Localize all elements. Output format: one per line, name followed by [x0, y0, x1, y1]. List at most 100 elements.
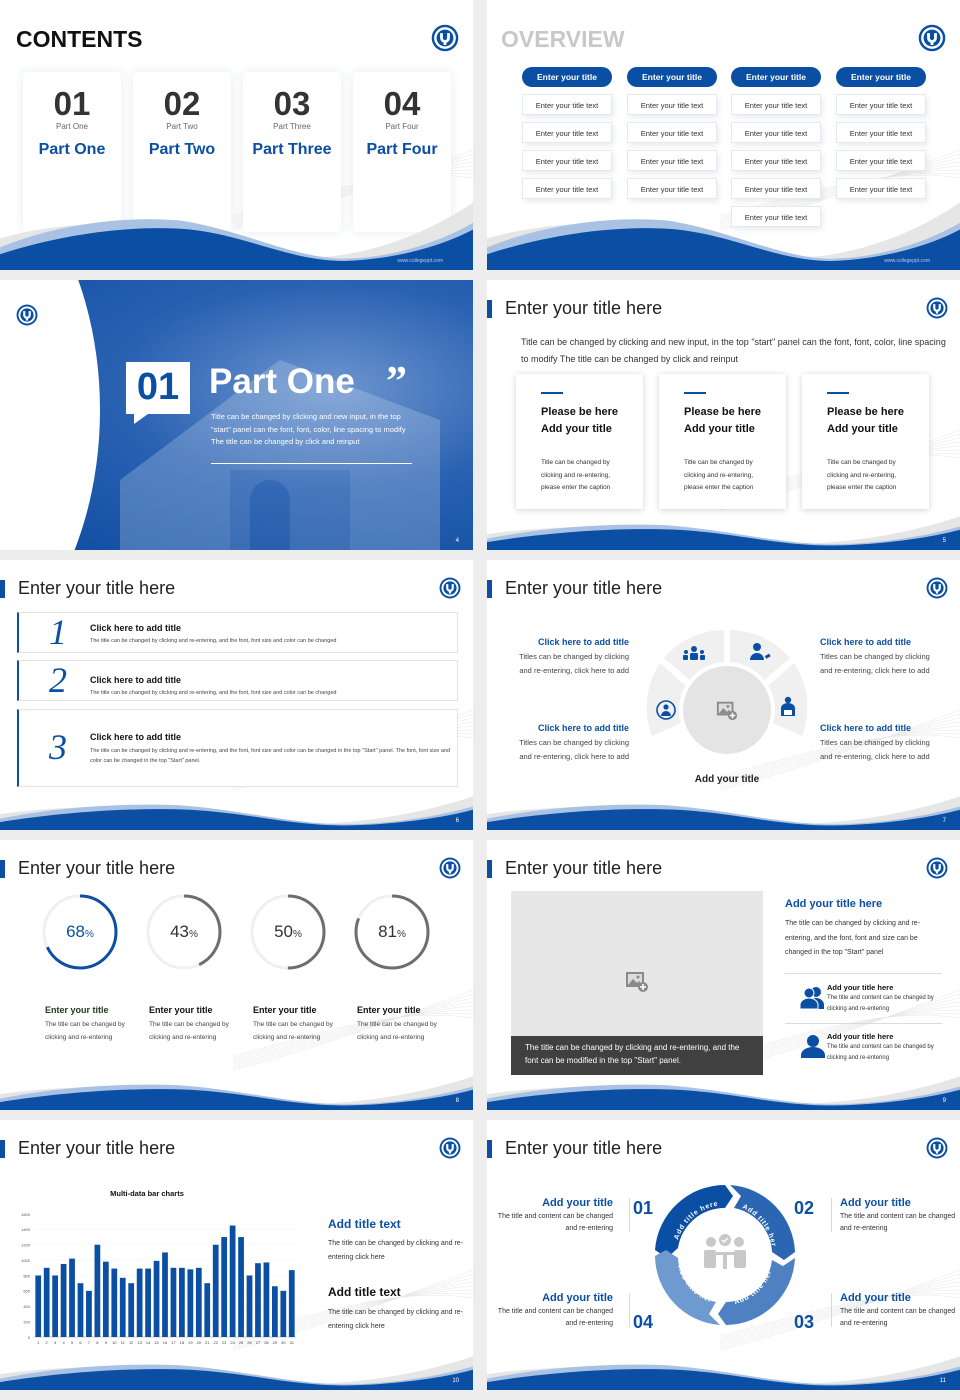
slide-part-one[interactable]: 01 Part One ” Title can be changed by cl…	[0, 280, 473, 550]
feature-item-2[interactable]: Add your title here The title and conten…	[827, 1032, 947, 1064]
card-name: Part Four	[366, 141, 438, 158]
overview-title: OVERVIEW	[501, 26, 625, 52]
card-subtitle: Part Three	[273, 122, 311, 131]
university-logo-icon	[431, 24, 459, 52]
card-text: Title can be changed by clicking and re-…	[827, 459, 897, 491]
overview-item[interactable]: Enter your title text	[731, 94, 821, 115]
footer-url: www.collegeppt.com	[397, 258, 443, 264]
info-card-3[interactable]: Please be here Add your title Title can b…	[802, 374, 929, 509]
card-name: Part Three	[252, 141, 332, 158]
cycle-block-4[interactable]: Add your title The title and content can…	[487, 1292, 613, 1329]
university-logo-icon	[926, 1137, 948, 1159]
divider	[211, 463, 412, 464]
feature-item-1[interactable]: Add your title here The title and conten…	[827, 983, 947, 1015]
progress-ring: 68%	[40, 892, 120, 972]
y-tick-label: 0	[28, 1335, 31, 1340]
block-text: Titles can be changed by clicking and re…	[519, 738, 629, 761]
overview-column-header[interactable]: Enter your title	[731, 67, 821, 87]
ring-caption[interactable]: Enter your title The title can be changed…	[149, 1005, 249, 1044]
overview-item[interactable]: Enter your title text	[522, 150, 612, 171]
title-accent-bar	[487, 300, 492, 318]
card-heading-2: Add your title	[684, 423, 755, 435]
section-number-badge: 01	[126, 362, 190, 424]
ring-caption[interactable]: Enter your title The title can be changed…	[45, 1005, 145, 1044]
ring-caption[interactable]: Enter your title The title can be changed…	[253, 1005, 353, 1044]
card-number: 01	[53, 85, 91, 122]
overview-item[interactable]: Enter your title text	[522, 94, 612, 115]
bar	[187, 1269, 194, 1337]
bar	[288, 1270, 295, 1337]
list-row-3[interactable]: 3 Click here to add title The title can …	[17, 709, 458, 787]
overview-column-header[interactable]: Enter your title	[627, 67, 717, 87]
slide-contents[interactable]: CONTENTS 01 Part One Part One 02 Part Tw…	[0, 0, 473, 270]
list-row-1[interactable]: 1 Click here to add title The title can …	[17, 612, 458, 653]
overview-column-header[interactable]: Enter your title	[522, 67, 612, 87]
row-heading: Click here to add title	[90, 732, 182, 742]
overview-item[interactable]: Enter your title text	[627, 122, 717, 143]
accent-dash	[684, 392, 706, 394]
slide-6[interactable]: Enter your title here 1 Click here to ad…	[0, 560, 473, 830]
bar	[136, 1268, 143, 1337]
cycle-block-2[interactable]: Add your title The title and content can…	[840, 1197, 960, 1234]
slide-overview[interactable]: OVERVIEW Enter your title Enter your titl…	[487, 0, 960, 270]
block-text: The title and content can be changed and…	[497, 1308, 613, 1327]
slide-title: Enter your title here	[505, 298, 663, 318]
list-row-2[interactable]: 2 Click here to add title The title can …	[17, 660, 458, 701]
row-number: 3	[49, 727, 67, 767]
y-tick-label: 800	[23, 1273, 30, 1278]
text-block-top-left[interactable]: Click here to add title Titles can be ch…	[509, 635, 629, 678]
slide-11[interactable]: Enter your title here Add your title The…	[487, 1120, 960, 1390]
divider	[831, 1198, 832, 1232]
divider	[785, 973, 942, 974]
card-name: Part Two	[148, 141, 216, 158]
overview-item[interactable]: Enter your title text	[836, 122, 926, 143]
slide-8[interactable]: Enter your title here 68% Enter your titl…	[0, 840, 473, 1110]
overview-item[interactable]: Enter your title text	[522, 122, 612, 143]
row-number: 1	[49, 612, 67, 652]
slide-5[interactable]: Enter your title here Title can be chang…	[487, 280, 960, 550]
side-heading-1: Add title text	[328, 1217, 401, 1231]
university-logo-icon	[926, 857, 948, 879]
block-heading: Click here to add title	[537, 723, 629, 733]
row-text: The title can be changed by clicking and…	[90, 638, 337, 644]
slide-10[interactable]: Enter your title here Multi-data bar cha…	[0, 1120, 473, 1390]
ring-caption-text: The title can be changed by clicking and…	[357, 1021, 437, 1041]
cycle-block-1[interactable]: Add your title The title and content can…	[487, 1197, 613, 1234]
bar	[119, 1277, 126, 1337]
side-text: The title can be changed by clicking and…	[785, 920, 921, 956]
section-description: Title can be changed by clicking and new…	[211, 412, 406, 446]
bar	[77, 1283, 84, 1337]
card-heading-1: Please be here	[541, 406, 619, 418]
text-block-top-right[interactable]: Click here to add title Titles can be ch…	[820, 635, 940, 678]
overview-item[interactable]: Enter your title text	[627, 94, 717, 115]
item-heading: Add your title here	[827, 1032, 894, 1041]
bar	[229, 1225, 236, 1337]
ring-caption-heading: Enter your title	[45, 1005, 109, 1015]
card-subtitle: Part Two	[166, 122, 198, 131]
overview-column-header[interactable]: Enter your title	[836, 67, 926, 87]
cycle-segment-1	[655, 1184, 733, 1258]
divider	[629, 1198, 630, 1232]
text-block-bottom-right[interactable]: Click here to add title Titles can be ch…	[820, 721, 940, 764]
card-subtitle: Part Four	[385, 122, 419, 131]
overview-item[interactable]: Enter your title text	[836, 94, 926, 115]
info-card-1[interactable]: Please be here Add your title Title can b…	[516, 374, 643, 509]
y-tick-label: 200	[23, 1319, 30, 1324]
slide-9[interactable]: Enter your title here The title can be c…	[487, 840, 960, 1110]
slide-7[interactable]: Enter your title here Click here to add …	[487, 560, 960, 830]
ring-percentage: 50%	[274, 922, 302, 941]
overview-item[interactable]: Enter your title text	[836, 150, 926, 171]
overview-item[interactable]: Enter your title text	[731, 122, 821, 143]
university-logo-icon	[926, 297, 948, 319]
wave-footer	[0, 785, 473, 830]
page-number: 5	[942, 538, 946, 544]
bar	[102, 1261, 109, 1337]
overview-item[interactable]: Enter your title text	[731, 150, 821, 171]
overview-item[interactable]: Enter your title text	[627, 150, 717, 171]
text-block-bottom-left[interactable]: Click here to add title Titles can be ch…	[509, 721, 629, 764]
ring-caption-heading: Enter your title	[357, 1005, 421, 1015]
info-card-2[interactable]: Please be here Add your title Title can b…	[659, 374, 786, 509]
page-number: 7	[942, 818, 946, 824]
ring-caption[interactable]: Enter your title The title can be changed…	[357, 1005, 457, 1044]
cycle-block-3[interactable]: Add your title The title and content can…	[840, 1292, 960, 1329]
